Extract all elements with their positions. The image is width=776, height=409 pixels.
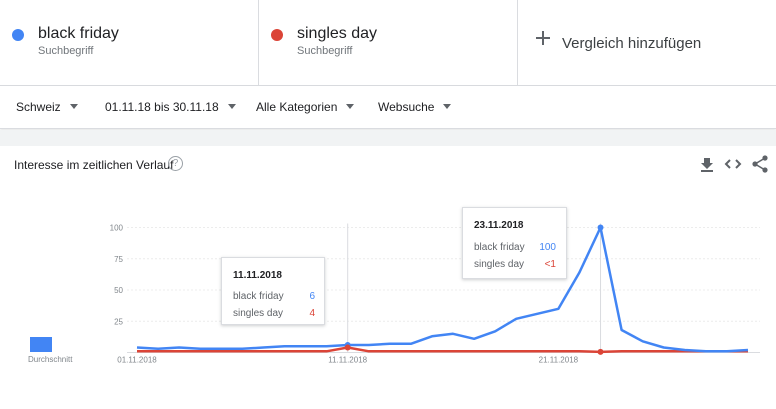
add-comparison-label: Vergleich hinzufügen [562, 35, 702, 52]
plus-icon [536, 31, 550, 45]
y-tick-label: 75 [114, 255, 123, 264]
tooltip-series-value: <1 [544, 259, 556, 270]
search-terms-bar: black friday Suchbegriff singles day Suc… [0, 0, 776, 86]
caret-down-icon [227, 104, 236, 110]
date-range-dropdown[interactable]: 01.11.18 bis 30.11.18 [105, 100, 236, 114]
search-type-dropdown[interactable]: Websuche [378, 100, 452, 114]
term-name[interactable]: singles day [297, 25, 377, 43]
x-tick-label: 21.11.2018 [539, 356, 579, 365]
category-dropdown[interactable]: Alle Kategorien [256, 100, 355, 114]
tooltip-11-11-2018: 11.11.2018 black friday 6 singles day 4 [221, 257, 325, 325]
tooltip-series-value: 100 [539, 242, 556, 253]
date-range-label: 01.11.18 bis 30.11.18 [105, 100, 219, 114]
tooltip-series-label: black friday [233, 291, 284, 302]
series-color-dot-icon [12, 29, 24, 41]
interest-over-time-panel: Interesse im zeitlichen Verlauf ? 25 50 75… [0, 146, 776, 409]
term-card-black-friday[interactable]: black friday Suchbegriff [0, 0, 259, 86]
caret-down-icon [443, 104, 452, 110]
tooltip-series-value: 4 [309, 308, 315, 319]
data-point-black-friday [597, 224, 604, 231]
x-tick-label: 11.11.2018 [328, 356, 367, 365]
y-tick-label: 25 [114, 317, 123, 326]
tooltip-date: 23.11.2018 [474, 220, 524, 231]
add-comparison-button[interactable]: Vergleich hinzufügen [518, 0, 776, 86]
data-point-singles-day [344, 344, 351, 351]
caret-down-icon [346, 104, 355, 110]
y-tick-label: 50 [114, 286, 123, 295]
x-tick-label: 01.11.2018 [117, 356, 157, 365]
tooltip-series-label: black friday [474, 242, 525, 253]
category-label: Alle Kategorien [256, 100, 338, 114]
tooltip-23-11-2018: 23.11.2018 black friday 100 singles day … [462, 207, 567, 279]
term-name[interactable]: black friday [38, 25, 119, 43]
search-type-label: Websuche [378, 100, 435, 114]
interest-line-chart: 25 50 75 100 01.11.2018 11.11.2018 21.11.2018 [110, 223, 760, 365]
series-color-dot-icon [271, 29, 283, 41]
tooltip-series-value: 6 [309, 291, 315, 302]
term-subtitle: Suchbegriff [38, 45, 94, 57]
caret-down-icon [69, 104, 78, 110]
term-subtitle: Suchbegriff [297, 45, 353, 57]
tooltip-date: 11.11.2018 [233, 270, 282, 281]
tooltip-series-label: singles day [233, 308, 284, 319]
y-tick-label: 100 [110, 224, 124, 233]
section-gap [0, 130, 776, 146]
tooltip-series-label: singles day [474, 259, 525, 270]
region-dropdown[interactable]: Schweiz [16, 100, 78, 114]
filter-bar: Schweiz 01.11.18 bis 30.11.18 Alle Kateg… [0, 86, 776, 129]
term-card-singles-day[interactable]: singles day Suchbegriff [259, 0, 518, 86]
data-point-singles-day [597, 348, 604, 355]
average-bar [30, 337, 52, 352]
region-label: Schweiz [16, 100, 61, 114]
average-label: Durchschnitt [28, 355, 73, 364]
